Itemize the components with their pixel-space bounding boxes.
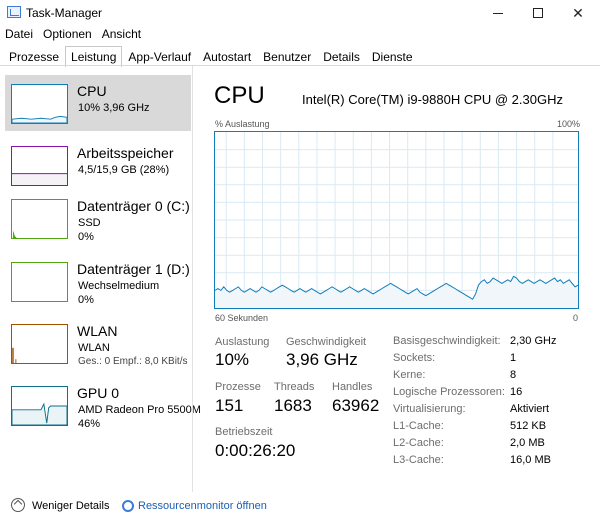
maximize-button[interactable] (516, 0, 560, 26)
info-kerne-value: 8 (510, 369, 517, 381)
sidebar-item-sub: 4,5/15,9 GB (28%) (78, 164, 170, 176)
menu-datei[interactable]: Datei (0, 26, 38, 44)
sidebar-item-label: CPU (77, 83, 107, 99)
threads-value: 1683 (274, 396, 312, 415)
disk1-thumbnail-graph (11, 262, 68, 302)
cpu-usage-area (215, 276, 578, 308)
info-l1-cache-value: 512 KB (510, 420, 547, 432)
performance-sidebar: CPU 10% 3,96 GHz Arbeitsspeicher 4,5/15,… (5, 73, 201, 493)
minimize-icon (493, 12, 503, 14)
sidebar-item-datentraeger-0[interactable]: Datenträger 0 (C:) SSD 0% (5, 190, 191, 246)
info-l2-cache-label: L2-Cache: (393, 437, 444, 449)
minimize-button[interactable] (476, 0, 520, 26)
sidebar-divider (192, 66, 193, 492)
memory-thumbnail-svg (12, 173, 67, 185)
menu-bar: Datei Optionen Ansicht (0, 26, 146, 44)
cpu-usage-graph-svg (215, 132, 578, 308)
graph-time-end-label: 0 (573, 313, 579, 323)
task-manager-app-icon (7, 6, 21, 18)
sidebar-item-sub2: 46% (78, 418, 101, 430)
chevron-up-icon[interactable] (11, 498, 25, 512)
prozesse-label: Prozesse (215, 381, 261, 393)
sidebar-item-label: WLAN (77, 323, 118, 339)
tab-dienste[interactable]: Dienste (366, 46, 419, 66)
disk0-thumbnail-graph (11, 199, 68, 239)
graph-y-label: % Auslastung (215, 119, 270, 129)
sidebar-item-sub: SSD (78, 217, 101, 229)
tab-benutzer[interactable]: Benutzer (257, 46, 317, 66)
tab-app-verlauf[interactable]: App-Verlauf (122, 46, 197, 66)
sidebar-item-cpu[interactable]: CPU 10% 3,96 GHz (5, 75, 191, 131)
tab-leistung[interactable]: Leistung (65, 46, 123, 67)
auslastung-label: Auslastung (215, 336, 270, 348)
maximize-icon (533, 8, 543, 18)
info-logische-prozessoren-value: 16 (510, 386, 523, 398)
sidebar-item-sub: Wechselmedium (78, 280, 160, 292)
info-basisgeschwindigkeit-value: 2,30 GHz (510, 335, 557, 347)
betriebszeit-label: Betriebszeit (215, 426, 273, 438)
page-title: CPU (214, 82, 265, 109)
sidebar-item-label: Datenträger 0 (C:) (77, 198, 190, 214)
sidebar-item-sub2: 0% (78, 231, 94, 243)
gpu-thumbnail-svg (12, 402, 67, 425)
wlan-thumbnail-graph (11, 324, 68, 364)
tab-prozesse[interactable]: Prozesse (3, 46, 65, 66)
info-l3-cache-value: 16,0 MB (510, 454, 551, 466)
weniger-details-link[interactable]: Weniger Details (32, 500, 109, 512)
info-virtualisierung-value: Aktiviert (510, 403, 550, 415)
sidebar-item-gpu-0[interactable]: GPU 0 AMD Radeon Pro 5500M 46% (5, 377, 201, 433)
tab-bar: Prozesse Leistung App-Verlauf Autostart … (3, 46, 419, 67)
close-button[interactable]: ✕ (556, 0, 600, 26)
info-sockets-label: Sockets: (393, 352, 436, 364)
threads-label: Threads (274, 381, 315, 393)
sidebar-item-arbeitsspeicher[interactable]: Arbeitsspeicher 4,5/15,9 GB (28%) (5, 137, 191, 193)
graph-y-max-label: 100% (557, 119, 581, 129)
info-sockets-value: 1 (510, 352, 517, 364)
geschwindigkeit-label: Geschwindigkeit (286, 336, 367, 348)
info-virtualisierung-label: Virtualisierung: (393, 403, 466, 415)
cpu-usage-graph (214, 131, 579, 309)
info-l3-cache-label: L3-Cache: (393, 454, 444, 466)
sidebar-item-wlan[interactable]: WLAN WLAN Ges.: 0 Empf.: 8,0 KBit/s (5, 315, 191, 371)
cpu-model-name: Intel(R) Core(TM) i9-9880H CPU @ 2.30GHz (302, 92, 563, 107)
info-l1-cache-label: L1-Cache: (393, 420, 444, 432)
geschwindigkeit-value: 3,96 GHz (286, 350, 358, 369)
cpu-thumbnail-svg (12, 115, 67, 123)
menu-optionen[interactable]: Optionen (38, 26, 97, 44)
handles-value: 63962 (332, 396, 380, 415)
sidebar-item-label: GPU 0 (77, 385, 120, 401)
sidebar-item-label: Arbeitsspeicher (77, 145, 174, 161)
tab-autostart[interactable]: Autostart (197, 46, 257, 66)
sidebar-item-sub: AMD Radeon Pro 5500M (78, 404, 201, 416)
gpu-thumbnail-graph (11, 386, 68, 426)
sidebar-item-sub2: 0% (78, 294, 94, 306)
tab-divider (0, 65, 600, 66)
auslastung-value: 10% (215, 350, 250, 369)
handles-label: Handles (332, 381, 373, 393)
sidebar-item-datentraeger-1[interactable]: Datenträger 1 (D:) Wechselmedium 0% (5, 253, 191, 309)
info-logische-prozessoren-label: Logische Prozessoren: (393, 386, 505, 398)
sidebar-item-sub: 10% 3,96 GHz (78, 102, 150, 114)
prozesse-value: 151 (215, 396, 244, 415)
window-title: Task-Manager (26, 6, 103, 20)
sidebar-item-sub: WLAN (78, 342, 110, 354)
memory-thumbnail-graph (11, 146, 68, 186)
wlan-thumbnail-svg (12, 347, 17, 363)
cpu-thumbnail-graph (11, 84, 68, 124)
info-l2-cache-value: 2,0 MB (510, 437, 545, 449)
sidebar-item-sub2: Ges.: 0 Empf.: 8,0 KBit/s (78, 356, 188, 367)
tab-details[interactable]: Details (317, 46, 366, 66)
resource-monitor-icon[interactable] (122, 500, 134, 512)
info-basisgeschwindigkeit-label: Basisgeschwindigkeit: (393, 335, 501, 347)
title-bar: Task-Manager ✕ (0, 0, 600, 26)
resource-monitor-link[interactable]: Ressourcenmonitor öffnen (138, 500, 267, 512)
footer: Weniger Details Ressourcenmonitor öffnen (0, 496, 600, 516)
info-kerne-label: Kerne: (393, 369, 426, 381)
close-icon: ✕ (572, 4, 584, 21)
betriebszeit-value: 0:00:26:20 (215, 441, 296, 460)
disk0-thumbnail-svg (12, 230, 17, 238)
menu-ansicht[interactable]: Ansicht (97, 26, 146, 44)
sidebar-item-label: Datenträger 1 (D:) (77, 261, 190, 277)
graph-time-label: 60 Sekunden (215, 313, 269, 323)
